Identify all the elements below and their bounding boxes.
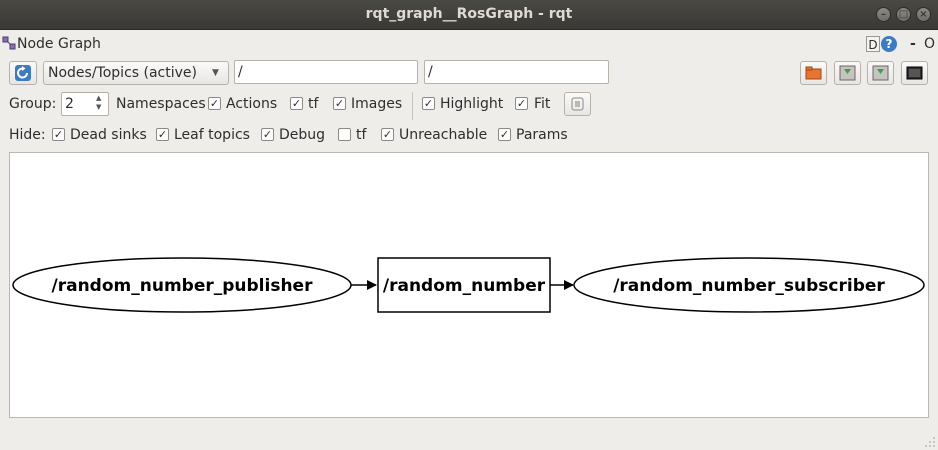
tf-label: tf [308,96,319,112]
help-button[interactable]: ? [881,36,897,52]
save-image-button[interactable] [901,61,928,85]
node-filter-input[interactable]: / [234,60,418,84]
topic-filter-input[interactable]: / [424,60,609,84]
plugin-header: Node Graph D ? - O [0,30,938,56]
separator [412,92,413,120]
close-plugin-button[interactable]: O [924,35,935,53]
debug-label: Debug [279,127,326,143]
leaf-topics-checkbox[interactable]: ✓ [156,128,169,141]
namespaces-label: Namespaces [116,96,206,112]
tf-checkbox[interactable]: ✓ [333,97,346,110]
hide-tf-checkbox[interactable] [338,128,351,141]
chevron-down-icon: ▼ [212,68,219,78]
minimize-plugin-button[interactable]: - [910,35,916,53]
dead-sinks-checkbox[interactable]: ✓ [52,128,65,141]
dock-button[interactable]: D [866,36,880,52]
group-label: Group: [9,96,57,112]
plugin-title: Node Graph [17,36,101,52]
group-spinbox[interactable]: 2 [61,92,109,116]
save-svg-button[interactable] [867,61,894,85]
save-as-icon [872,65,889,81]
save-icon [839,65,856,81]
highlight-label: Highlight [440,96,504,112]
maximize-window-button[interactable]: □ [896,7,911,22]
namespaces-checkbox[interactable]: ✓ [208,97,221,110]
window-titlebar: rqt_graph__RosGraph - rqt – □ × [0,0,938,30]
fit-checkbox[interactable]: ✓ [515,97,528,110]
refresh-button[interactable] [9,61,37,85]
unreachable-checkbox[interactable]: ✓ [381,128,394,141]
resize-grip-icon[interactable] [924,436,936,448]
fit-in-view-button[interactable] [564,92,591,116]
image-icon [906,66,923,80]
graph-mode-value: Nodes/Topics (active) [48,65,197,81]
refresh-icon [15,65,31,81]
topic-node-label: /random_number [383,276,546,296]
fit-label: Fit [534,96,551,112]
hide-tf-label: tf [356,127,367,143]
spin-arrows-icon[interactable]: ▲ ▼ [96,94,101,112]
debug-checkbox[interactable]: ✓ [261,128,274,141]
subscriber-node-label: /random_number_subscriber [613,276,885,296]
graph-mode-select[interactable]: Nodes/Topics (active) ▼ [43,61,229,85]
hide-label: Hide: [9,127,46,143]
window-title: rqt_graph__RosGraph - rqt [365,6,573,22]
params-checkbox[interactable]: ✓ [498,128,511,141]
load-dot-button[interactable] [800,61,827,85]
actions-label: Actions [226,96,278,112]
graph-canvas[interactable]: /random_number_publisher /random_number … [9,152,929,418]
leaf-topics-label: Leaf topics [174,127,250,143]
actions-checkbox[interactable]: ✓ [290,97,303,110]
folder-open-icon [805,66,822,80]
publisher-node-label: /random_number_publisher [52,276,314,296]
params-label: Params [516,127,568,143]
ros-graph: /random_number_publisher /random_number … [12,257,925,313]
node-graph-icon [2,36,16,50]
highlight-checkbox[interactable]: ✓ [422,97,435,110]
minimize-window-button[interactable]: – [876,7,891,22]
dead-sinks-label: Dead sinks [70,127,147,143]
images-label: Images [351,96,403,112]
close-window-button[interactable]: × [916,7,931,22]
save-dot-button[interactable] [834,61,861,85]
unreachable-label: Unreachable [399,127,488,143]
fit-view-icon [571,97,584,111]
